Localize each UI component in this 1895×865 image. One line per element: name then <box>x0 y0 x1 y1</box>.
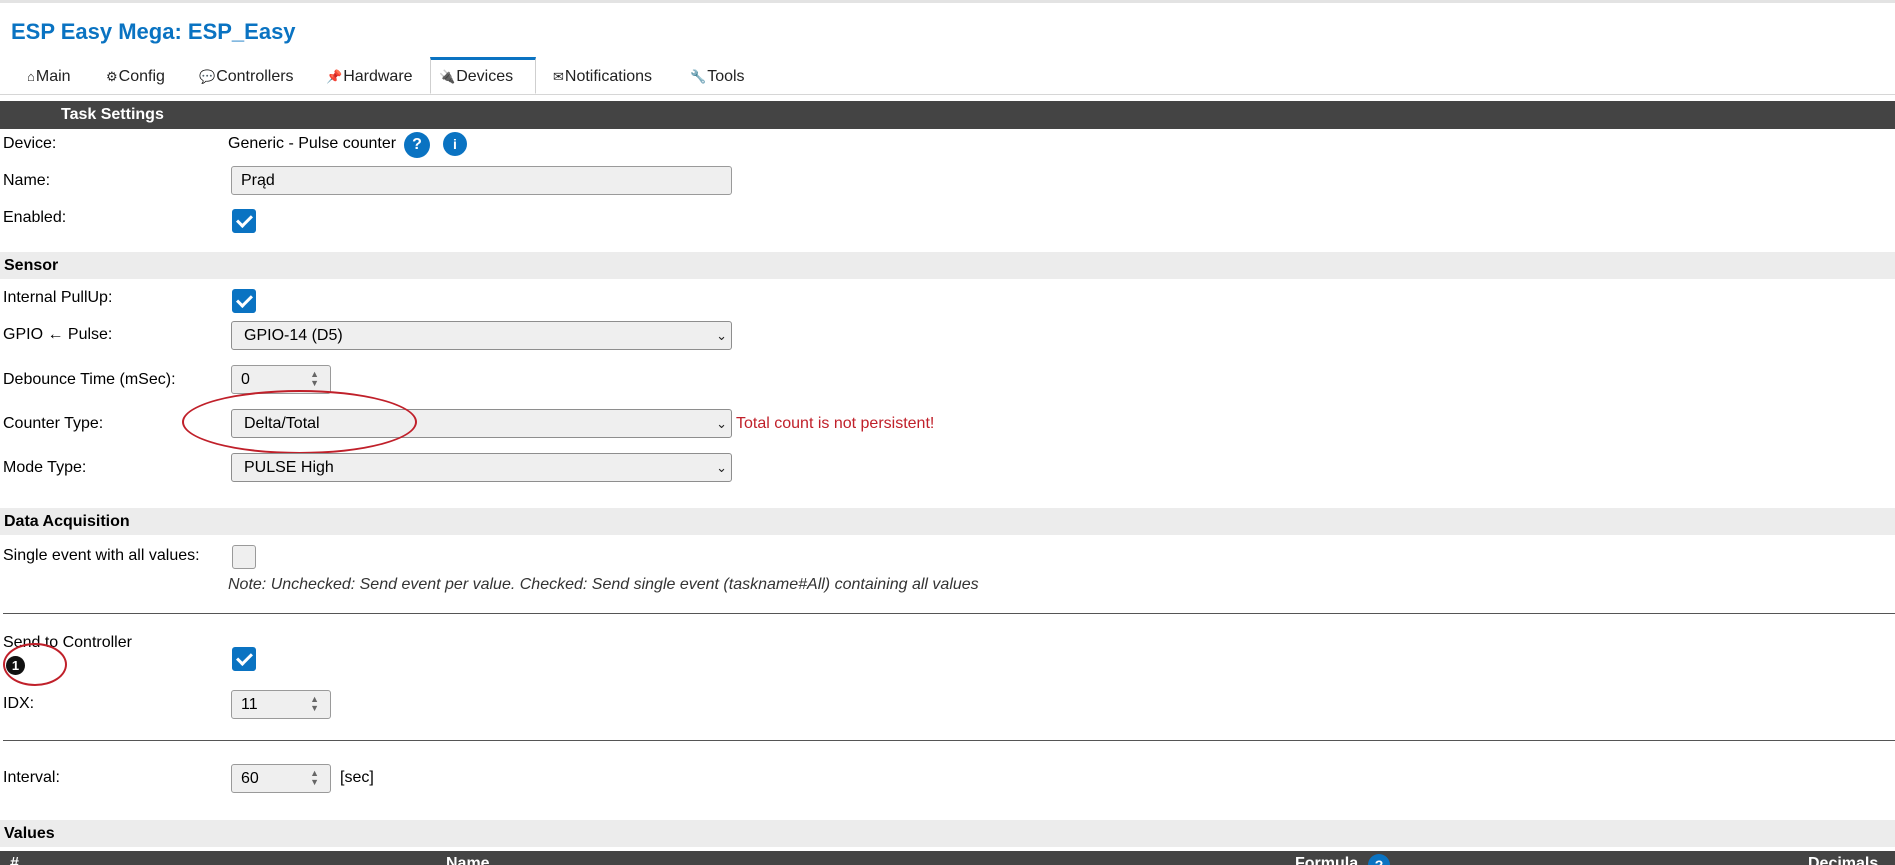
formula-help-icon[interactable]: ? <box>1368 854 1390 865</box>
gpio-label: GPIO ← Pulse: <box>3 326 113 343</box>
spinner-icon[interactable]: ▲ ▼ <box>310 769 319 787</box>
enabled-label: Enabled: <box>3 209 67 226</box>
tab-hardware[interactable]: 📌Hardware <box>318 57 421 94</box>
values-table-header: # Name Formula ? Decimals <box>0 851 1895 865</box>
tab-label: Hardware <box>343 68 413 85</box>
debounce-value: 0 <box>241 371 250 388</box>
sensor-section-header: Sensor <box>0 252 1895 279</box>
tab-label: Main <box>35 68 71 85</box>
top-border <box>0 0 1895 3</box>
debounce-label: Debounce Time (mSec): <box>3 371 176 388</box>
mode-type-select[interactable]: PULSE High ⌄ <box>231 453 732 482</box>
tab-controllers[interactable]: 💬Controllers <box>191 57 302 94</box>
envelope-icon: ✉ <box>553 69 564 84</box>
chevron-down-icon: ⌄ <box>716 460 727 475</box>
tab-main[interactable]: ⌂Main <box>19 57 79 94</box>
interval-unit: [sec] <box>340 769 374 786</box>
device-label: Device: <box>3 135 57 152</box>
home-icon: ⌂ <box>27 69 35 84</box>
idx-input[interactable]: 11 ▲ ▼ <box>231 690 331 719</box>
name-input[interactable]: Prąd <box>231 166 732 195</box>
gpio-selected-value: GPIO-14 (D5) <box>244 327 343 344</box>
mode-type-selected-value: PULSE High <box>244 459 334 476</box>
counter-type-label: Counter Type: <box>3 415 104 432</box>
column-hash: # <box>10 855 19 865</box>
column-formula: Formula <box>1295 855 1359 865</box>
tab-label: Notifications <box>564 68 653 85</box>
tab-devices[interactable]: 🔌Devices <box>430 57 536 94</box>
speech-bubble-icon: 💬 <box>199 69 216 84</box>
single-event-label: Single event with all values: <box>3 547 200 564</box>
app-title: ESP Easy Mega: ESP_Easy <box>11 19 296 44</box>
tab-label: Config <box>118 68 165 85</box>
tab-notifications[interactable]: ✉Notifications <box>545 57 660 94</box>
tab-label: Controllers <box>216 68 294 85</box>
enabled-checkbox[interactable] <box>232 209 256 233</box>
tab-config[interactable]: ⚙Config <box>98 57 173 94</box>
column-name: Name <box>446 855 490 865</box>
send-to-controller-checkbox[interactable] <box>232 647 256 671</box>
device-value: Generic - Pulse counter <box>228 135 397 152</box>
main-tabs: ⌂Main ⚙Config 💬Controllers 📌Hardware 🔌De… <box>0 57 1895 95</box>
name-label: Name: <box>3 172 51 189</box>
values-section-title: Values <box>4 825 55 842</box>
data-acquisition-section-title: Data Acquisition <box>4 513 130 530</box>
sensor-section-title: Sensor <box>4 257 59 274</box>
single-event-note: Note: Unchecked: Send event per value. C… <box>228 576 979 593</box>
interval-value: 60 <box>241 770 259 787</box>
annotation-ellipse-counter-type <box>182 390 417 454</box>
gear-icon: ⚙ <box>106 69 118 84</box>
task-settings-header: Task Settings <box>0 101 1895 129</box>
tab-label: Devices <box>456 68 514 85</box>
interval-label: Interval: <box>3 769 60 786</box>
task-settings-title: Task Settings <box>61 106 164 123</box>
single-event-checkbox[interactable] <box>232 545 256 569</box>
help-icon[interactable]: ? <box>404 132 430 158</box>
info-icon[interactable]: i <box>443 132 467 156</box>
spinner-icon[interactable]: ▲ ▼ <box>310 370 319 388</box>
plug-icon: 🔌 <box>439 69 456 84</box>
column-decimals: Decimals <box>1808 855 1879 865</box>
annotation-ellipse-controller <box>3 643 67 686</box>
chevron-down-icon: ⌄ <box>716 328 727 343</box>
values-section-header: Values <box>0 820 1895 847</box>
divider <box>3 613 1895 614</box>
tab-label: Tools <box>707 68 745 85</box>
idx-label: IDX: <box>3 695 35 712</box>
idx-value: 11 <box>241 696 258 713</box>
counter-warning: Total count is not persistent! <box>736 415 935 432</box>
tab-tools[interactable]: 🔧Tools <box>682 57 753 94</box>
mode-type-label: Mode Type: <box>3 459 87 476</box>
chevron-down-icon: ⌄ <box>716 416 727 431</box>
pullup-label: Internal PullUp: <box>3 289 113 306</box>
spinner-icon[interactable]: ▲ ▼ <box>310 695 319 713</box>
pullup-checkbox[interactable] <box>232 289 256 313</box>
data-acquisition-section-header: Data Acquisition <box>0 508 1895 535</box>
interval-input[interactable]: 60 ▲ ▼ <box>231 764 331 793</box>
gpio-select[interactable]: GPIO-14 (D5) ⌄ <box>231 321 732 350</box>
pushpin-icon: 📌 <box>326 69 343 84</box>
divider <box>3 740 1895 741</box>
wrench-icon: 🔧 <box>690 69 707 84</box>
